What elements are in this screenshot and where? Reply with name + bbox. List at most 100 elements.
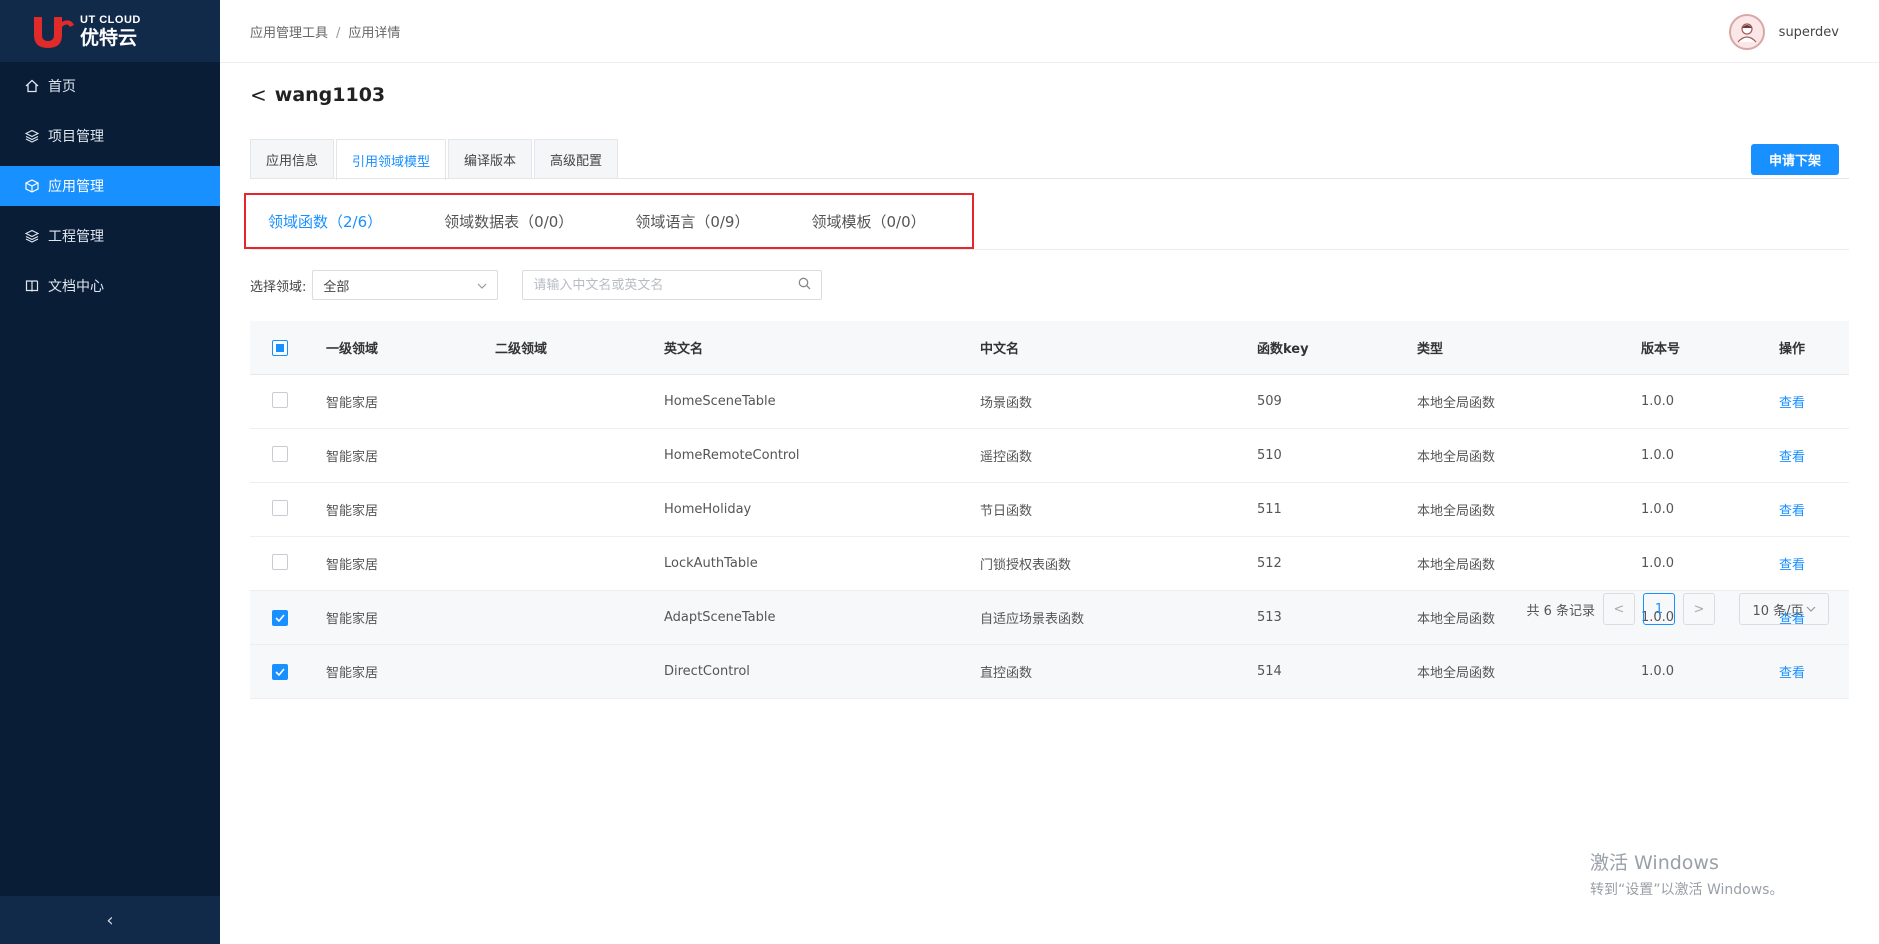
subtab-domain-tables[interactable]: 领域数据表（0/0） <box>444 211 573 232</box>
breadcrumb-item-tools[interactable]: 应用管理工具 <box>250 26 328 41</box>
column-header: 函数key <box>1257 342 1309 357</box>
cell-version: 1.0.0 <box>1641 448 1675 463</box>
cell-english-name: HomeHoliday <box>664 502 752 517</box>
prev-page-button[interactable]: < <box>1603 593 1635 625</box>
page-size-select[interactable]: 10 条/页 <box>1739 593 1829 625</box>
cell-english-name: HomeSceneTable <box>664 394 776 409</box>
breadcrumb-separator: / <box>336 25 341 41</box>
main-tabs: 应用信息 引用领域模型 编译版本 高级配置 <box>250 139 620 180</box>
breadcrumb-item-detail: 应用详情 <box>348 25 401 41</box>
row-checkbox[interactable] <box>272 445 288 462</box>
row-checkbox[interactable] <box>272 553 288 570</box>
back-icon[interactable]: < <box>250 83 267 107</box>
request-delist-button[interactable]: 申请下架 <box>1751 144 1839 175</box>
subtabs-highlight-box: 领域函数（2/6） 领域数据表（0/0） 领域语言（0/9） 领域模板（0/0） <box>244 193 974 249</box>
cell-type: 本地全局函数 <box>1417 666 1496 681</box>
user-avatar-icon <box>1737 23 1757 43</box>
column-header: 二级领域 <box>495 342 548 357</box>
view-link[interactable]: 查看 <box>1779 558 1805 573</box>
subtab-domain-templates[interactable]: 领域模板（0/0） <box>811 211 925 232</box>
username[interactable]: superdev <box>1779 25 1839 40</box>
cell-function-key: 511 <box>1257 502 1282 517</box>
top-header: 应用管理工具 / 应用详情 superdev <box>220 0 1879 63</box>
layers-icon <box>24 228 40 244</box>
view-link[interactable]: 查看 <box>1779 666 1805 681</box>
windows-activation-watermark: 激活 Windows 转到“设置”以激活 Windows。 <box>1590 848 1783 899</box>
cell-level1: 智能家居 <box>326 450 379 465</box>
logo[interactable]: UT CLOUD 优特云 <box>0 0 220 62</box>
cell-version: 1.0.0 <box>1641 502 1675 517</box>
domain-select[interactable]: 全部 <box>312 270 499 300</box>
cell-chinese-name: 自适应场景表函数 <box>980 612 1085 627</box>
domain-select-label: 选择领域: <box>250 279 307 295</box>
check-icon <box>275 667 285 676</box>
subtab-domain-language[interactable]: 领域语言（0/9） <box>635 211 749 232</box>
row-checkbox[interactable] <box>272 499 288 516</box>
cell-type: 本地全局函数 <box>1417 450 1496 465</box>
cell-function-key: 514 <box>1257 664 1282 679</box>
sidebar-item-label: 应用管理 <box>48 179 104 195</box>
search-icon[interactable] <box>798 277 811 294</box>
home-icon <box>24 78 40 94</box>
view-link[interactable]: 查看 <box>1779 504 1805 519</box>
table-row: 智能家居 HomeRemoteControl 遥控函数 510 本地全局函数 1… <box>250 429 1849 483</box>
tabs-divider <box>250 178 1849 179</box>
breadcrumb: 应用管理工具 / 应用详情 <box>250 22 400 41</box>
tab-domain-model[interactable]: 引用领域模型 <box>336 139 447 180</box>
logo-en-text: UT CLOUD <box>80 13 141 26</box>
cell-english-name: LockAuthTable <box>664 556 758 571</box>
view-link[interactable]: 查看 <box>1779 396 1805 411</box>
page-size-value: 10 条/页 <box>1752 603 1804 619</box>
table-header-row: 一级领域 二级领域 英文名 中文名 函数key 类型 版本号 操作 <box>250 321 1849 375</box>
sidebar-item-apps[interactable]: 应用管理 <box>0 166 220 206</box>
cell-chinese-name: 场景函数 <box>980 396 1033 411</box>
sidebar-item-label: 项目管理 <box>48 129 104 145</box>
page-number-button[interactable]: 1 <box>1643 593 1675 625</box>
collapse-sidebar-button[interactable]: ‹ <box>0 896 220 944</box>
cell-function-key: 509 <box>1257 394 1282 409</box>
cell-level1: 智能家居 <box>326 612 379 627</box>
cell-english-name: AdaptSceneTable <box>664 610 776 625</box>
user-menu[interactable]: superdev <box>1728 14 1839 50</box>
tab-app-info[interactable]: 应用信息 <box>250 139 335 179</box>
book-icon <box>24 278 40 294</box>
logo-cn-text: 优特云 <box>80 26 138 49</box>
column-header: 中文名 <box>980 342 1020 357</box>
next-page-button[interactable]: > <box>1683 593 1715 625</box>
row-checkbox[interactable] <box>272 391 288 408</box>
sidebar-item-docs[interactable]: 文档中心 <box>0 266 220 306</box>
cell-function-key: 510 <box>1257 448 1282 463</box>
row-checkbox[interactable] <box>272 609 288 626</box>
cell-level1: 智能家居 <box>326 504 379 519</box>
cell-version: 1.0.0 <box>1641 394 1675 409</box>
search-input[interactable] <box>533 277 784 293</box>
functions-table: 一级领域 二级领域 英文名 中文名 函数key 类型 版本号 操作 智能家居 H… <box>250 321 1849 699</box>
chevron-down-icon <box>477 278 487 293</box>
column-header: 操作 <box>1779 342 1806 357</box>
sidebar-item-label: 首页 <box>48 79 76 95</box>
subtab-domain-functions[interactable]: 领域函数（2/6） <box>268 211 382 232</box>
avatar[interactable] <box>1728 14 1765 50</box>
column-header: 一级领域 <box>326 342 379 357</box>
sidebar-item-projects[interactable]: 项目管理 <box>0 116 220 156</box>
domain-select-value: 全部 <box>323 279 350 295</box>
cell-chinese-name: 遥控函数 <box>980 450 1033 465</box>
main-content: < wang1103 应用信息 引用领域模型 编译版本 高级配置 申请下架 领域… <box>220 63 1879 944</box>
sidebar-nav: 首页 项目管理 应用管理 工程管理 文档中心 <box>0 66 220 306</box>
filter-bar: 选择领域: 全部 <box>250 270 823 300</box>
tab-compile-version[interactable]: 编译版本 <box>448 139 533 179</box>
check-icon <box>275 613 285 622</box>
pagination: 共 6 条记录 < 1 > 10 条/页 <box>1526 593 1829 625</box>
page-title: wang1103 <box>274 84 386 106</box>
cell-type: 本地全局函数 <box>1417 504 1496 519</box>
search-box <box>522 270 823 300</box>
cell-version: 1.0.0 <box>1641 664 1675 679</box>
select-all-checkbox[interactable] <box>272 339 288 356</box>
row-checkbox[interactable] <box>272 663 288 680</box>
sidebar-item-home[interactable]: 首页 <box>0 66 220 106</box>
tab-advanced-config[interactable]: 高级配置 <box>534 139 619 179</box>
sidebar-item-engineering[interactable]: 工程管理 <box>0 216 220 256</box>
cell-version: 1.0.0 <box>1641 556 1675 571</box>
cell-function-key: 513 <box>1257 610 1282 625</box>
view-link[interactable]: 查看 <box>1779 450 1805 465</box>
